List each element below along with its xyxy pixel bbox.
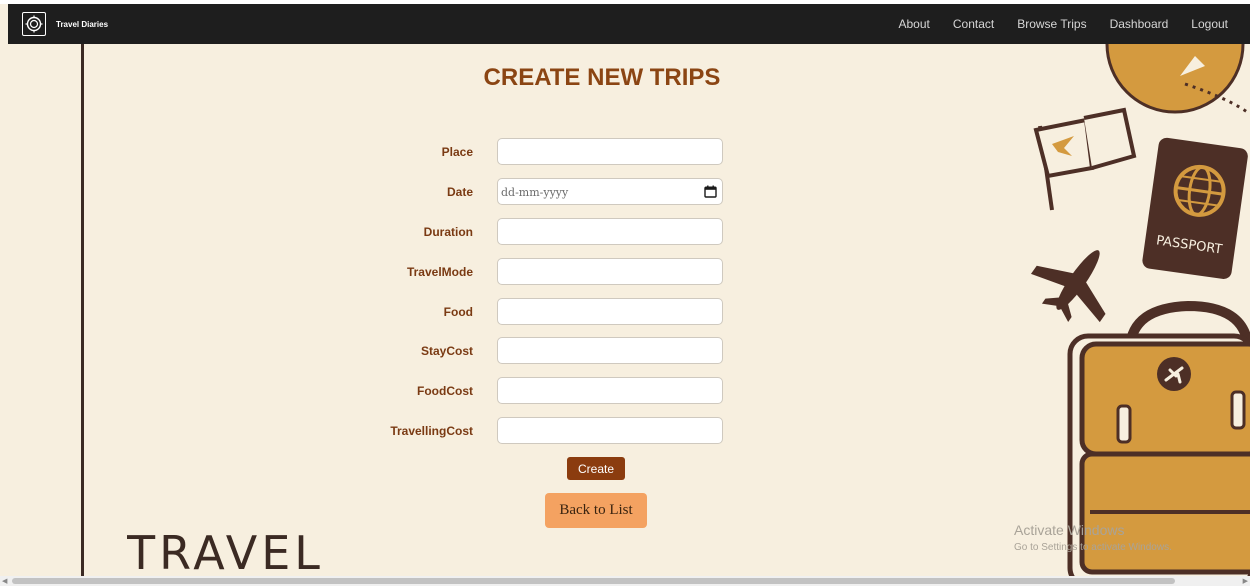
scroll-left-arrow-icon[interactable]: ◀ (2, 577, 7, 585)
nav-link-contact[interactable]: Contact (953, 17, 994, 31)
place-label: Place (441, 145, 473, 159)
duration-label: Duration (423, 225, 473, 239)
date-placeholder: dd-mm-yyyy (501, 186, 569, 199)
nav-link-about[interactable]: About (899, 17, 930, 31)
travellingcost-input[interactable] (497, 417, 723, 444)
passport-icon: PASSPORT (1142, 137, 1248, 280)
page-title: CREATE NEW TRIPS (483, 64, 721, 91)
back-to-list-button[interactable]: Back to List (545, 493, 647, 528)
nav-link-logout[interactable]: Logout (1191, 17, 1228, 31)
form-row-place: Place (340, 138, 740, 166)
brand[interactable]: Travel Diaries (22, 12, 108, 36)
travellingcost-label: TravellingCost (390, 424, 473, 438)
form-row-travellingcost: TravellingCost (340, 417, 740, 445)
flag-icon (1033, 107, 1137, 211)
activate-windows-subtitle: Go to Settings to activate Windows. (1014, 542, 1172, 553)
activate-windows-watermark: Activate Windows Go to Settings to activ… (1014, 522, 1172, 553)
form-row-date: Date dd-mm-yyyy (340, 178, 740, 206)
nav-link-browse-trips[interactable]: Browse Trips (1017, 17, 1086, 31)
food-label: Food (443, 305, 473, 319)
decorative-vertical-line (81, 44, 84, 576)
form-row-duration: Duration (340, 218, 740, 246)
food-input[interactable] (497, 298, 723, 325)
nav-link-dashboard[interactable]: Dashboard (1110, 17, 1169, 31)
calendar-icon[interactable] (704, 185, 717, 203)
navbar: Travel Diaries About Contact Browse Trip… (8, 4, 1250, 44)
scrollbar-thumb[interactable] (12, 578, 1175, 584)
airplane-icon (1030, 250, 1106, 323)
brand-name: Travel Diaries (56, 19, 109, 29)
date-label: Date (446, 185, 473, 199)
duration-input[interactable] (497, 218, 723, 245)
scroll-right-arrow-icon[interactable]: ▶ (1243, 577, 1248, 585)
staycost-label: StayCost (420, 344, 473, 358)
horizontal-scrollbar[interactable]: ◀ ▶ (0, 576, 1250, 586)
globe-icon (1105, 44, 1250, 116)
form-row-foodcost: FoodCost (340, 377, 740, 405)
travelmode-input[interactable] (497, 258, 723, 285)
create-button[interactable]: Create (567, 457, 625, 480)
foodcost-label: FoodCost (417, 384, 473, 398)
activate-windows-title: Activate Windows (1014, 522, 1125, 538)
form-row-food: Food (340, 298, 740, 326)
staycost-input[interactable] (497, 337, 723, 364)
date-input[interactable]: dd-mm-yyyy (497, 178, 723, 205)
travelmode-label: TravelMode (406, 265, 473, 279)
nav-links: About Contact Browse Trips Dashboard Log… (899, 17, 1229, 31)
foodcost-input[interactable] (497, 377, 723, 404)
form-row-travelmode: TravelMode (340, 258, 740, 286)
travel-illustration: PASSPORT (1000, 44, 1250, 576)
travel-decor-text: TRAVEL (127, 530, 324, 576)
form-row-staycost: StayCost (340, 337, 740, 365)
brand-logo-icon (22, 12, 46, 36)
place-input[interactable] (497, 138, 723, 165)
